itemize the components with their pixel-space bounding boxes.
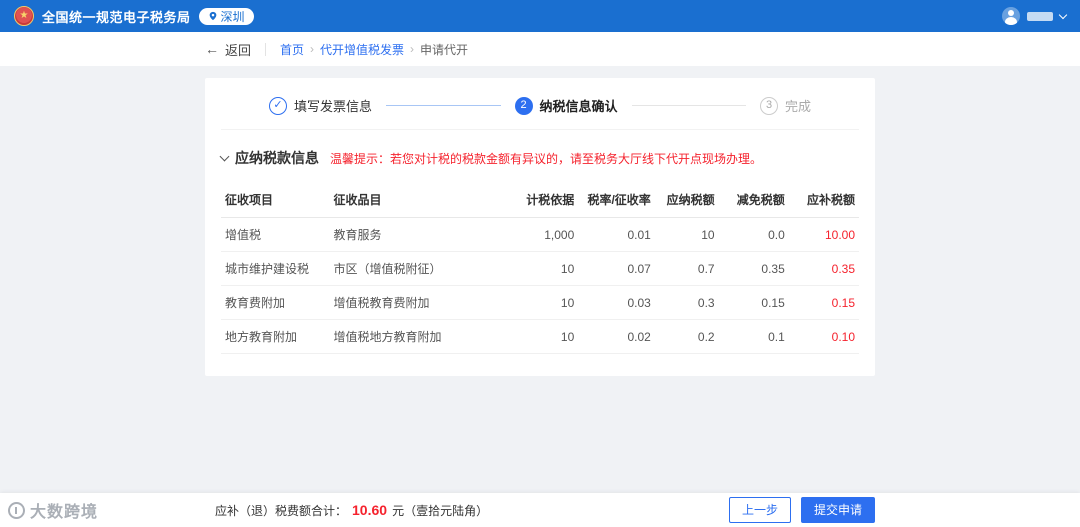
cell: 10 xyxy=(654,217,719,252)
col-header: 征收项目 xyxy=(221,182,330,218)
user-menu[interactable] xyxy=(1002,7,1068,25)
table-row: 地方教育附加 增值税地方教育附加 10 0.02 0.2 0.1 0.10 xyxy=(221,319,859,354)
total-unit: 元（壹拾元陆角） xyxy=(392,503,489,518)
cell: 0.15 xyxy=(718,285,789,320)
col-header: 减免税额 xyxy=(718,182,789,218)
top-header: ★ 全国统一规范电子税务局 深圳 xyxy=(0,0,1080,32)
step-label: 填写发票信息 xyxy=(294,99,373,114)
cell: 教育费附加 xyxy=(221,285,330,320)
chevron-down-icon xyxy=(1058,10,1068,19)
back-arrow-icon: ← xyxy=(205,41,219,57)
breadcrumb-separator: › xyxy=(310,42,315,56)
table-row: 城市维护建设税 市区（增值税附征） 10 0.07 0.7 0.35 0.35 xyxy=(221,251,859,286)
watermark-logo-icon xyxy=(8,501,25,519)
app-root: ★ 全国统一规范电子税务局 深圳 ← 返回 首页 › 代开增值税发票 › 申请代… xyxy=(0,0,1080,527)
back-button[interactable]: ← 返回 xyxy=(205,40,251,59)
cell: 增值税 xyxy=(221,217,330,252)
watermark-text: 大数跨境 xyxy=(30,504,99,521)
cell: 0.1 xyxy=(718,319,789,354)
cell: 增值税地方教育附加 xyxy=(329,319,496,354)
table-row: 增值税 教育服务 1,000 0.01 10 0.0 10.00 xyxy=(221,217,859,252)
breadcrumb: 首页 › 代开增值税发票 › 申请代开 xyxy=(280,41,468,58)
col-header: 计税依据 xyxy=(495,182,579,218)
cell-tax-due: 0.15 xyxy=(788,285,859,320)
section-header: 应纳税款信息 温馨提示：若您对计税的税款金额有异议的，请至税务大厅线下代开点现场… xyxy=(219,148,859,168)
section-title: 应纳税款信息 xyxy=(235,150,319,166)
col-header: 应纳税额 xyxy=(654,182,719,218)
footer-bar: 大数跨境 应补（退）税费额合计： 10.60 元（壹拾元陆角） 上一步 提交申请 xyxy=(0,493,1080,527)
national-emblem-icon: ★ xyxy=(14,6,34,26)
step-tax-info-confirm: 2 纳税信息确认 xyxy=(514,96,618,115)
breadcrumb-invoice-issue[interactable]: 代开增值税发票 xyxy=(320,41,404,58)
footer-actions: 上一步 提交申请 xyxy=(728,493,875,527)
cell: 0.01 xyxy=(578,217,655,252)
cell-tax-due: 10.00 xyxy=(788,217,859,252)
step-number: 2 xyxy=(514,96,533,115)
collapse-caret-icon[interactable] xyxy=(219,151,230,161)
location-pin-icon xyxy=(209,11,216,21)
cell: 增值税教育费附加 xyxy=(329,285,496,320)
user-name-masked xyxy=(1027,11,1053,21)
step-done: 3 完成 xyxy=(760,96,811,115)
col-header: 征收品目 xyxy=(329,182,496,218)
avatar xyxy=(1002,7,1020,25)
step-fill-invoice-info: ✓ 填写发票信息 xyxy=(269,96,372,115)
cell: 0.07 xyxy=(578,251,655,286)
cell: 城市维护建设税 xyxy=(221,251,330,286)
previous-step-button[interactable]: 上一步 xyxy=(728,497,791,523)
breadcrumb-home[interactable]: 首页 xyxy=(280,41,304,58)
watermark: 大数跨境 xyxy=(8,498,98,522)
steps-indicator: ✓ 填写发票信息 2 纳税信息确认 3 完成 xyxy=(221,94,859,130)
breadcrumb-separator: › xyxy=(410,42,415,56)
cell-tax-due: 0.10 xyxy=(788,319,859,354)
cell: 1,000 xyxy=(495,217,579,252)
submit-application-button[interactable]: 提交申请 xyxy=(800,497,875,523)
step-label: 纳税信息确认 xyxy=(539,99,618,114)
table-row: 教育费附加 增值税教育费附加 10 0.03 0.3 0.15 0.15 xyxy=(221,285,859,320)
cell: 市区（增值税附征） xyxy=(329,251,496,286)
cell: 0.3 xyxy=(654,285,719,320)
divider xyxy=(265,42,267,56)
cell: 0.35 xyxy=(718,251,789,286)
total-label: 应补（退）税费额合计： xyxy=(215,503,348,518)
step-connector xyxy=(386,105,501,106)
app-title: 全国统一规范电子税务局 xyxy=(42,9,191,25)
table-header-row: 征收项目 征收品目 计税依据 税率/征收率 应纳税额 减免税额 应补税额 xyxy=(221,182,859,218)
cell: 10 xyxy=(495,251,579,286)
cell: 教育服务 xyxy=(329,217,496,252)
cell: 0.02 xyxy=(578,319,655,354)
step-label: 完成 xyxy=(785,99,812,114)
city-badge-label: 深圳 xyxy=(220,9,245,24)
cell: 0.2 xyxy=(654,319,719,354)
total-summary: 应补（退）税费额合计： 10.60 元（壹拾元陆角） xyxy=(215,493,488,527)
cell: 10 xyxy=(495,285,579,320)
cell-tax-due: 0.35 xyxy=(788,251,859,286)
brand: ★ 全国统一规范电子税务局 深圳 xyxy=(14,6,254,26)
cell: 0.0 xyxy=(718,217,789,252)
col-header: 税率/征收率 xyxy=(578,182,655,218)
cell: 10 xyxy=(495,319,579,354)
cell: 地方教育附加 xyxy=(221,319,330,354)
breadcrumb-current: 申请代开 xyxy=(420,42,469,57)
back-label: 返回 xyxy=(225,42,252,58)
main-content: ✓ 填写发票信息 2 纳税信息确认 3 完成 应纳税款信息 温馨提示：若您对计税 xyxy=(0,66,1080,493)
step-number: 3 xyxy=(760,96,778,115)
step-connector xyxy=(631,105,746,106)
cell: 0.7 xyxy=(654,251,719,286)
step-check-icon: ✓ xyxy=(269,96,287,115)
cell: 0.03 xyxy=(578,285,655,320)
col-header: 应补税额 xyxy=(788,182,859,218)
tax-confirm-card: ✓ 填写发票信息 2 纳税信息确认 3 完成 应纳税款信息 温馨提示：若您对计税 xyxy=(205,78,875,376)
tax-table: 征收项目 征收品目 计税依据 税率/征收率 应纳税额 减免税额 应补税额 增值税… xyxy=(221,182,859,354)
city-badge[interactable]: 深圳 xyxy=(198,7,254,25)
total-amount: 10.60 xyxy=(352,502,388,518)
sub-bar: ← 返回 首页 › 代开增值税发票 › 申请代开 xyxy=(0,32,1080,66)
section-warning-hint: 温馨提示：若您对计税的税款金额有异议的，请至税务大厅线下代开点现场办理。 xyxy=(330,151,763,166)
